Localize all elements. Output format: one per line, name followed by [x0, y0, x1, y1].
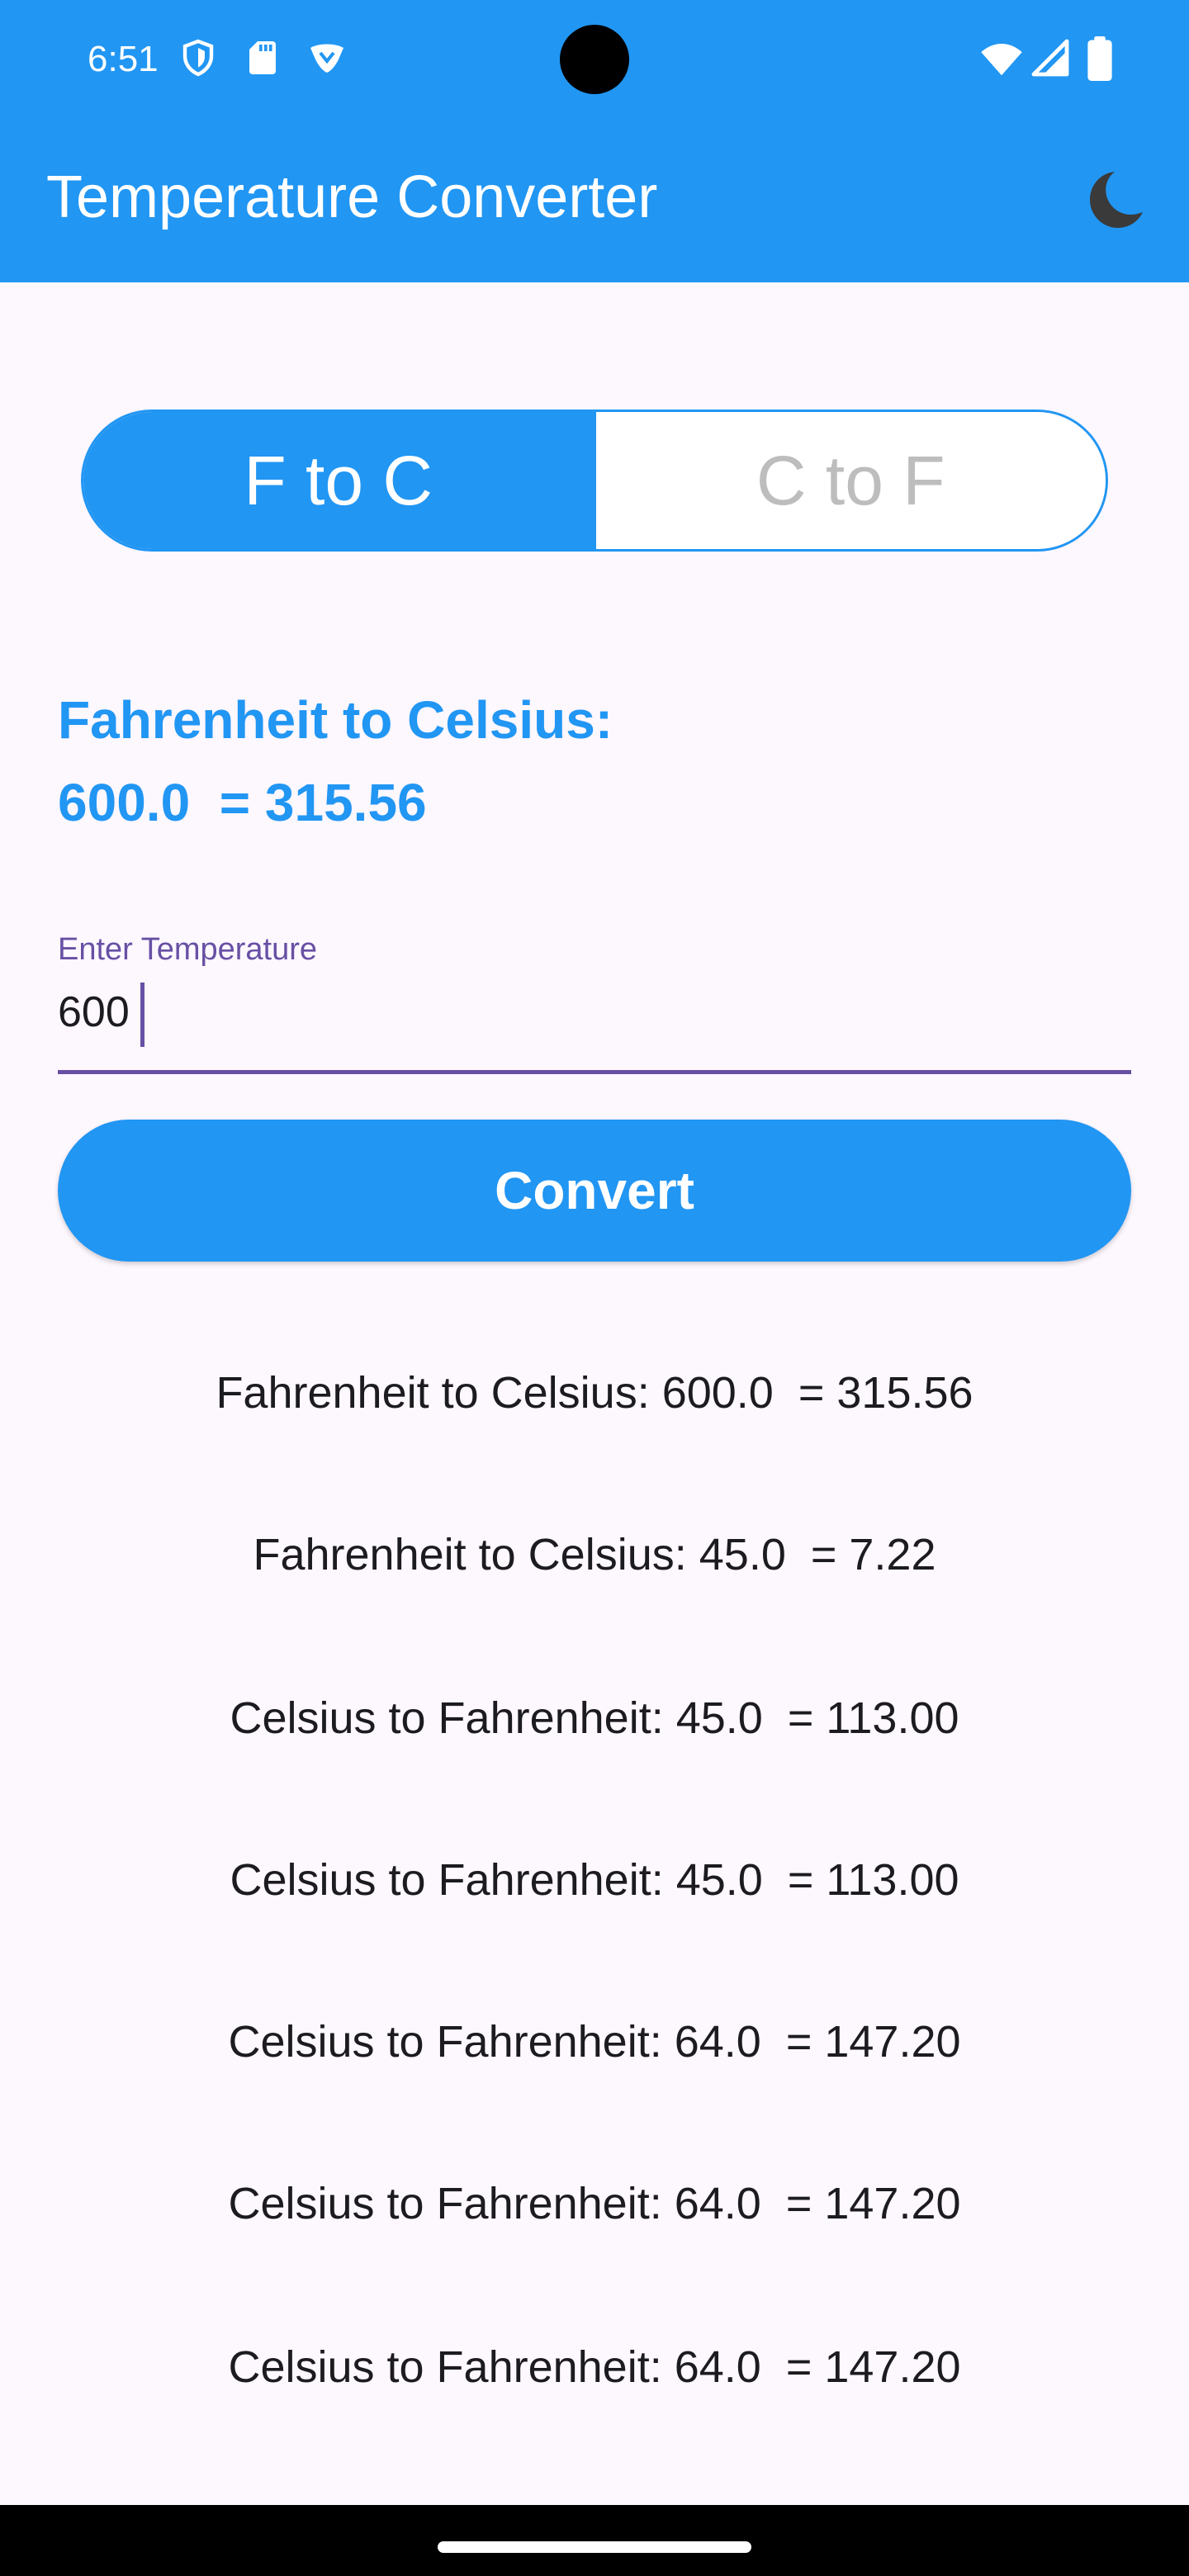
text-cursor: [140, 983, 144, 1047]
system-nav-bar: [0, 2505, 1189, 2576]
home-gesture-handle[interactable]: [438, 2541, 751, 2553]
shield-icon: [182, 39, 214, 77]
mode-toggle: F to C C to F: [81, 410, 1108, 552]
wifi-icon: [981, 44, 1022, 76]
history-item: Fahrenheit to Celsius: 45.0 = 7.22: [253, 1530, 936, 1579]
status-bar: 6:51: [0, 0, 1189, 119]
input-underline: [58, 1070, 1131, 1074]
history-item: Celsius to Fahrenheit: 64.0 = 147.20: [228, 2342, 961, 2392]
moon-icon[interactable]: [1073, 162, 1153, 241]
sd-card-icon: [249, 41, 276, 74]
status-time: 6:51: [88, 39, 159, 79]
result-value: 600.0 = 315.56: [58, 773, 427, 832]
battery-icon: [1087, 36, 1112, 81]
app-bar: 6:51 Temperature Converter: [0, 0, 1189, 282]
convert-button[interactable]: Convert: [58, 1120, 1131, 1262]
history-item: Celsius to Fahrenheit: 45.0 = 113.00: [230, 1693, 959, 1743]
history-item: Fahrenheit to Celsius: 600.0 = 315.56: [216, 1368, 973, 1418]
history-item: Celsius to Fahrenheit: 64.0 = 147.20: [228, 2017, 961, 2067]
result-title: Fahrenheit to Celsius:: [58, 690, 613, 750]
history-item: Celsius to Fahrenheit: 64.0 = 147.20: [228, 2179, 961, 2228]
f-to-c-option[interactable]: F to C: [83, 412, 594, 549]
app-title: Temperature Converter: [46, 164, 658, 230]
temperature-field-label: Enter Temperature: [58, 932, 318, 967]
history-item: Celsius to Fahrenheit: 45.0 = 113.00: [230, 1855, 959, 1905]
cellular-signal-icon: [1031, 39, 1069, 77]
camera-cutout: [560, 25, 629, 94]
c-to-f-option[interactable]: C to F: [593, 412, 1106, 549]
vpn-icon: [310, 44, 343, 73]
temperature-input[interactable]: [58, 979, 1131, 1045]
